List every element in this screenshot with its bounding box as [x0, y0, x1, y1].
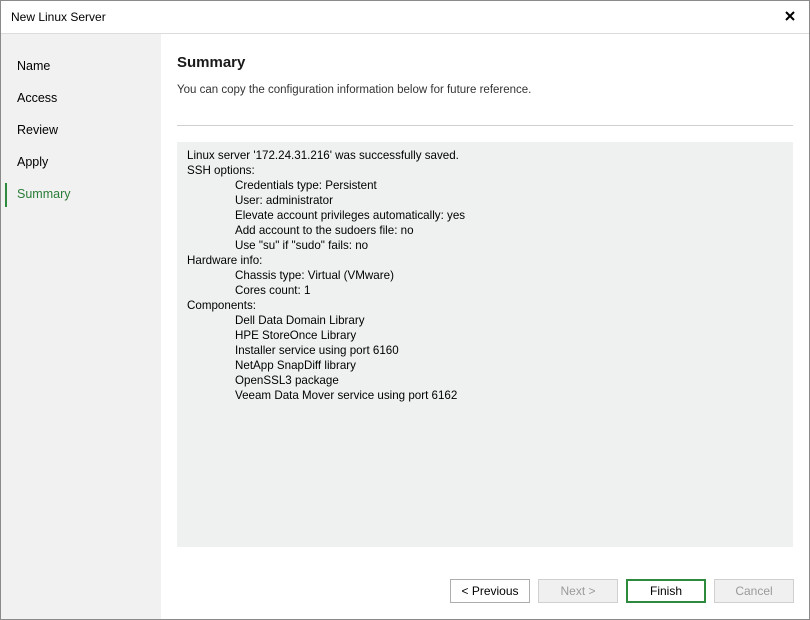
summary-line: NetApp SnapDiff library: [235, 359, 356, 372]
summary-line: Components:: [187, 299, 256, 312]
title-bar: New Linux Server: [1, 1, 809, 34]
summary-line: Chassis type: Virtual (VMware): [235, 269, 394, 282]
summary-line: Elevate account privileges automatically…: [235, 209, 466, 222]
summary-line: Credentials type: Persistent: [235, 179, 377, 192]
page-title: Summary: [177, 54, 246, 71]
summary-line: Hardware info:: [187, 254, 263, 267]
cancel-button[interactable]: Cancel: [714, 579, 794, 603]
new-linux-server-dialog: New Linux Server Name Access Review Appl…: [0, 0, 810, 620]
summary-line: Installer service using port 6160: [235, 344, 399, 357]
sidebar-item-review[interactable]: Review: [17, 123, 58, 137]
wizard-steps-sidebar: Name Access Review Apply Summary: [1, 34, 161, 619]
next-button[interactable]: Next >: [538, 579, 618, 603]
summary-line: HPE StoreOnce Library: [235, 329, 357, 342]
summary-line: Use "su" if "sudo" fails: no: [235, 239, 369, 252]
close-icon[interactable]: [779, 5, 801, 27]
summary-line: Linux server '172.24.31.216' was success…: [187, 149, 459, 162]
page-subtitle: You can copy the configuration informati…: [177, 84, 532, 96]
summary-line: User: administrator: [235, 194, 333, 207]
summary-line: OpenSSL3 package: [235, 374, 339, 387]
sidebar-item-access[interactable]: Access: [17, 91, 57, 105]
window-title: New Linux Server: [11, 10, 106, 24]
sidebar-item-summary[interactable]: Summary: [17, 187, 70, 201]
previous-button[interactable]: < Previous: [450, 579, 530, 603]
summary-line: Cores count: 1: [235, 284, 311, 297]
sidebar-item-apply[interactable]: Apply: [17, 155, 48, 169]
summary-line: Veeam Data Mover service using port 6162: [235, 389, 458, 402]
main-content: Summary You can copy the configuration i…: [161, 34, 809, 619]
finish-button[interactable]: Finish: [626, 579, 706, 603]
sidebar-item-name[interactable]: Name: [17, 59, 50, 73]
summary-line: Dell Data Domain Library: [235, 314, 365, 327]
divider: [177, 125, 793, 126]
summary-line: SSH options:: [187, 164, 255, 177]
summary-line: Add account to the sudoers file: no: [235, 224, 414, 237]
active-step-indicator: [5, 183, 7, 207]
summary-text-box[interactable]: Linux server '172.24.31.216' was success…: [177, 142, 793, 547]
